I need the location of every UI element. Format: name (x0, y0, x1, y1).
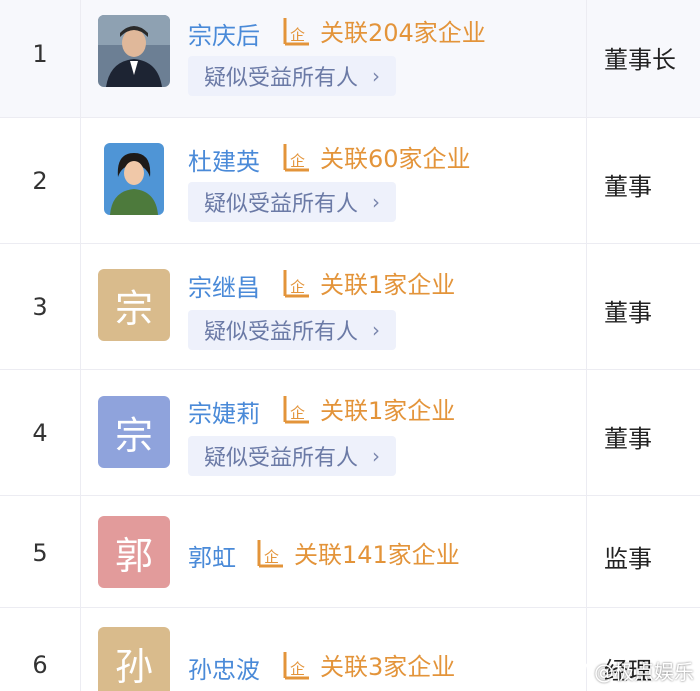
row-index: 4 (32, 419, 48, 447)
person-name-link[interactable]: 杜建英 (188, 142, 260, 177)
table-row: 2 杜建英 企 关联60家企业 疑似受益所有人 › 董事 (0, 118, 700, 244)
column-divider (80, 0, 81, 117)
chevron-right-icon: › (372, 64, 381, 88)
column-divider (586, 370, 587, 495)
table-row: 5 郭 郭虹 企 关联141家企业 监事 (0, 496, 700, 608)
enterprise-icon: 企 (283, 395, 309, 423)
tag-label: 疑似受益所有人 (204, 192, 359, 217)
role-label: 董事长 (604, 46, 676, 74)
related-companies-text: 关联1家企业 (320, 397, 456, 425)
tag-label: 疑似受益所有人 (204, 320, 359, 345)
column-divider (80, 370, 81, 495)
role-label: 监事 (604, 545, 652, 573)
role-label: 董事 (604, 425, 652, 453)
person-name-link[interactable]: 孙忠波 (188, 650, 260, 685)
beneficial-owner-tag[interactable]: 疑似受益所有人 › (188, 56, 397, 96)
table-row: 3 宗 宗继昌 企 关联1家企业 疑似受益所有人 › 董事 (0, 244, 700, 370)
related-companies-text: 关联60家企业 (320, 145, 471, 173)
svg-text:企: 企 (264, 548, 279, 566)
role-label: 董事 (604, 299, 652, 327)
avatar[interactable]: 孙 (98, 627, 170, 691)
person-name-link[interactable]: 宗继昌 (188, 268, 260, 303)
row-index: 5 (32, 539, 48, 567)
svg-text:企: 企 (290, 26, 305, 44)
column-divider (586, 244, 587, 369)
related-companies-link[interactable]: 企 关联60家企业 (282, 139, 471, 174)
chevron-right-icon: › (372, 444, 381, 468)
person-photo-icon (104, 143, 164, 215)
watermark: @极点娱乐 (564, 656, 694, 685)
tag-label: 疑似受益所有人 (204, 66, 359, 91)
column-divider (80, 244, 81, 369)
related-companies-link[interactable]: 企 关联204家企业 (282, 13, 486, 48)
role-label: 董事 (604, 173, 652, 201)
person-name-link[interactable]: 宗婕莉 (188, 394, 260, 429)
related-companies-text: 关联3家企业 (320, 653, 456, 681)
column-divider (80, 608, 81, 691)
row-index: 6 (32, 651, 48, 679)
related-companies-link[interactable]: 企 关联141家企业 (256, 535, 460, 570)
column-divider (586, 0, 587, 117)
svg-text:企: 企 (290, 278, 305, 296)
svg-text:企: 企 (290, 660, 305, 678)
beneficial-owner-tag[interactable]: 疑似受益所有人 › (188, 310, 397, 350)
chevron-right-icon: › (372, 318, 381, 342)
enterprise-icon: 企 (257, 539, 283, 567)
beneficial-owner-tag[interactable]: 疑似受益所有人 › (188, 182, 397, 222)
avatar-photo[interactable] (104, 143, 164, 215)
related-companies-link[interactable]: 企 关联3家企业 (282, 647, 455, 682)
personnel-table: 1 宗庆后 企 关联204家企业 疑似受益所有人 › 董事长 2 杜建英 企 关… (0, 0, 700, 691)
weibo-icon (564, 661, 589, 681)
svg-text:企: 企 (290, 152, 305, 170)
avatar-photo[interactable] (98, 15, 170, 87)
column-divider (80, 118, 81, 243)
svg-text:企: 企 (290, 404, 305, 422)
column-divider (80, 496, 81, 607)
column-divider (586, 496, 587, 607)
person-name-link[interactable]: 郭虹 (188, 538, 236, 573)
table-row: 1 宗庆后 企 关联204家企业 疑似受益所有人 › 董事长 (0, 0, 700, 118)
related-companies-text: 关联204家企业 (320, 19, 486, 47)
related-companies-text: 关联141家企业 (294, 541, 460, 569)
related-companies-link[interactable]: 企 关联1家企业 (282, 265, 455, 300)
avatar[interactable]: 宗 (98, 396, 170, 468)
person-photo-icon (98, 15, 170, 87)
avatar[interactable]: 郭 (98, 516, 170, 588)
enterprise-icon: 企 (283, 651, 309, 679)
related-companies-link[interactable]: 企 关联1家企业 (282, 391, 455, 426)
chevron-right-icon: › (372, 190, 381, 214)
tag-label: 疑似受益所有人 (204, 446, 359, 471)
beneficial-owner-tag[interactable]: 疑似受益所有人 › (188, 436, 397, 476)
row-index: 3 (32, 293, 48, 321)
avatar[interactable]: 宗 (98, 269, 170, 341)
row-index: 1 (32, 40, 48, 68)
enterprise-icon: 企 (283, 17, 309, 45)
column-divider (586, 118, 587, 243)
enterprise-icon: 企 (283, 269, 309, 297)
watermark-text: @极点娱乐 (594, 660, 694, 684)
person-name-link[interactable]: 宗庆后 (188, 16, 260, 51)
related-companies-text: 关联1家企业 (320, 271, 456, 299)
table-row: 4 宗 宗婕莉 企 关联1家企业 疑似受益所有人 › 董事 (0, 370, 700, 496)
row-index: 2 (32, 167, 48, 195)
enterprise-icon: 企 (283, 143, 309, 171)
